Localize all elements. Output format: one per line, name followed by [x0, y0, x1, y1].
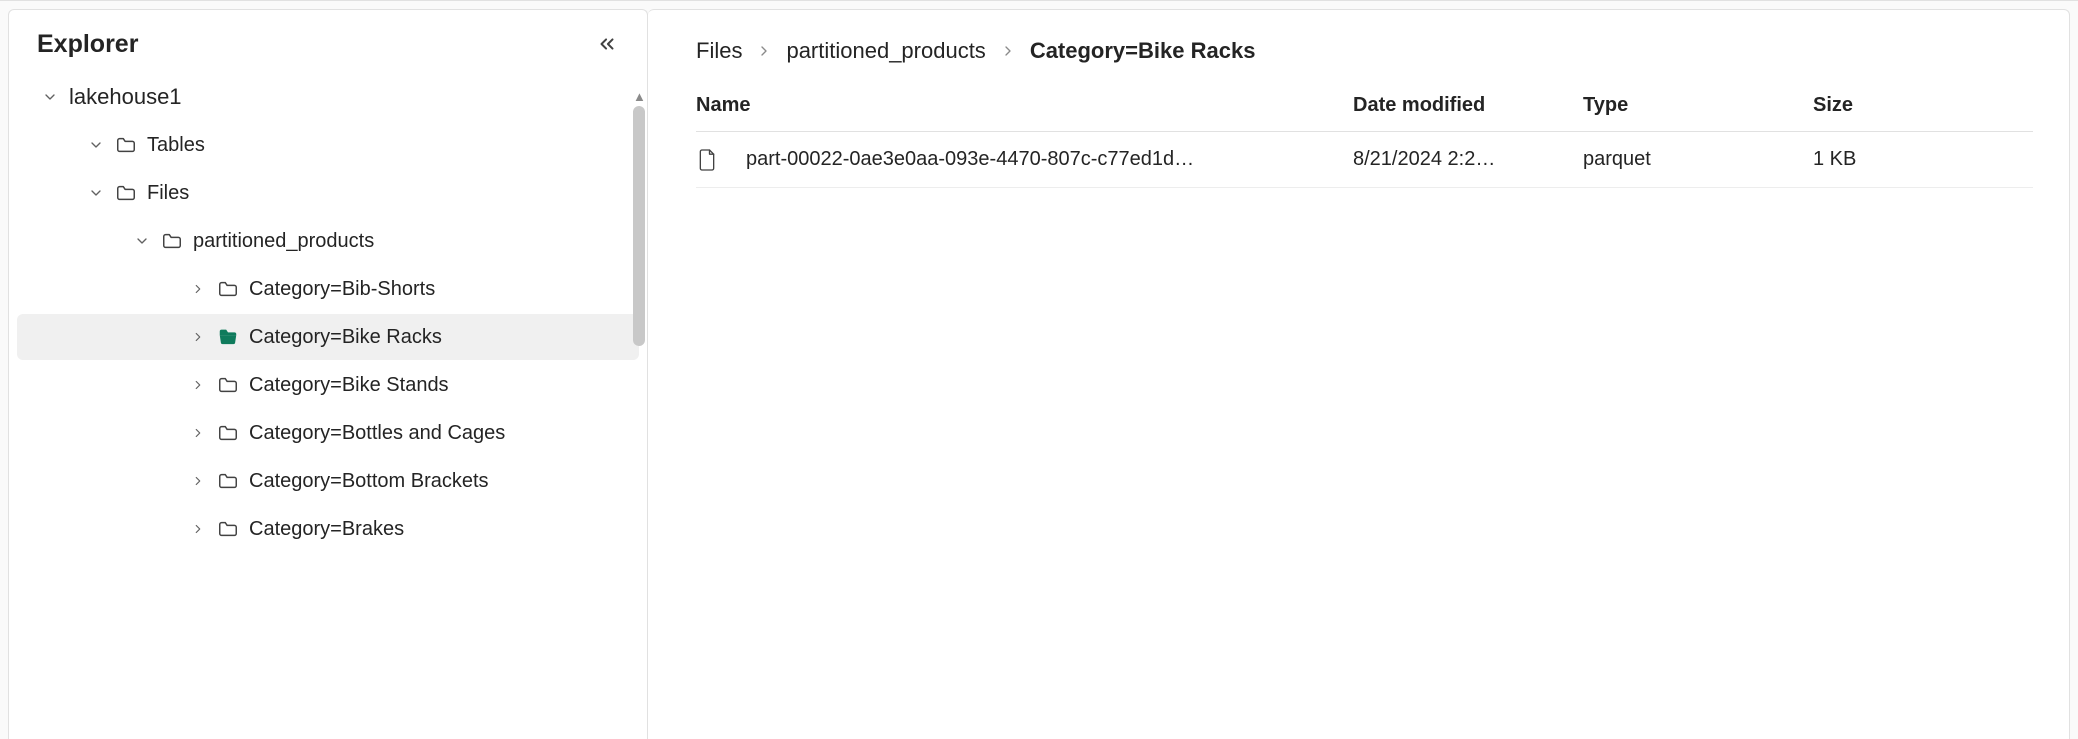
scrollbar-up-icon[interactable]: ▲ [633, 90, 645, 104]
chevron-down-icon [87, 136, 105, 154]
column-header-name[interactable]: Name [696, 94, 1353, 117]
explorer-sidebar: Explorer lakehouse1 [8, 9, 648, 739]
tree-node-category-folder[interactable]: Category=Bottom Brackets [17, 458, 639, 504]
chevron-down-icon [87, 184, 105, 202]
tree-node-category-folder[interactable]: Category=Bib-Shorts [17, 266, 639, 312]
breadcrumb-item-current: Category=Bike Racks [1030, 38, 1256, 64]
chevron-right-icon [189, 328, 207, 346]
chevron-right-icon [189, 472, 207, 490]
chevron-right-icon [189, 376, 207, 394]
column-header-type[interactable]: Type [1583, 94, 1813, 117]
table-row[interactable]: part-00022-0ae3e0aa-093e-4470-807c-c77ed… [696, 132, 2033, 188]
file-table: Name Date modified Type Size part-00022-… [696, 94, 2033, 188]
tree-node-label: Category=Bottom Brackets [249, 470, 639, 493]
tree-node-partitioned-products[interactable]: partitioned_products [17, 218, 639, 264]
cell-name: part-00022-0ae3e0aa-093e-4470-807c-c77ed… [696, 147, 1353, 173]
chevron-down-icon [133, 232, 151, 250]
folder-open-icon [217, 326, 239, 348]
tree-node-label: Category=Bib-Shorts [249, 278, 639, 301]
scrollbar-thumb[interactable] [633, 106, 645, 346]
chevron-right-icon [756, 43, 772, 59]
tree-node-label: partitioned_products [193, 230, 639, 253]
collapse-sidebar-button[interactable] [591, 28, 623, 60]
chevron-down-icon [41, 88, 59, 106]
chevron-right-icon [1000, 43, 1016, 59]
tree-node-label: Category=Bottles and Cages [249, 422, 639, 445]
tree-node-tables[interactable]: Tables [17, 122, 639, 168]
cell-date: 8/21/2024 2:2… [1353, 148, 1583, 171]
chevron-double-left-icon [596, 33, 618, 55]
folder-icon [161, 230, 183, 252]
tree-node-label: Files [147, 182, 639, 205]
chevron-right-icon [189, 280, 207, 298]
tree-node-label: Tables [147, 134, 639, 157]
cell-size: 1 KB [1813, 148, 2033, 171]
tree-node-category-folder[interactable]: Category=Bike Stands [17, 362, 639, 408]
breadcrumb-item[interactable]: partitioned_products [786, 38, 985, 64]
tree-node-label: Category=Bike Stands [249, 374, 639, 397]
cell-type: parquet [1583, 148, 1813, 171]
folder-icon [217, 470, 239, 492]
file-name: part-00022-0ae3e0aa-093e-4470-807c-c77ed… [746, 148, 1194, 171]
folder-icon [115, 182, 137, 204]
breadcrumb-item[interactable]: Files [696, 38, 742, 64]
breadcrumb: Files partitioned_products Category=Bike… [696, 38, 2033, 64]
tree-node-files[interactable]: Files [17, 170, 639, 216]
tree-node-category-folder[interactable]: Category=Brakes [17, 506, 639, 552]
file-icon [696, 147, 718, 173]
scrollbar[interactable]: ▲ [633, 90, 645, 731]
chevron-right-icon [189, 424, 207, 442]
folder-icon [115, 134, 137, 156]
chevron-right-icon [189, 520, 207, 538]
main-panel: Files partitioned_products Category=Bike… [648, 9, 2070, 739]
tree-node-category-folder[interactable]: Category=Bottles and Cages [17, 410, 639, 456]
folder-icon [217, 518, 239, 540]
sidebar-header: Explorer [9, 10, 647, 72]
tree-node-lakehouse[interactable]: lakehouse1 [17, 74, 639, 120]
folder-icon [217, 278, 239, 300]
tree-node-category-folder[interactable]: Category=Bike Racks [17, 314, 639, 360]
tree-node-label: lakehouse1 [69, 84, 639, 110]
explorer-tree: lakehouse1 Tables Files [9, 72, 647, 739]
column-header-size[interactable]: Size [1813, 94, 2033, 117]
folder-icon [217, 422, 239, 444]
tree-node-label: Category=Brakes [249, 518, 639, 541]
sidebar-title: Explorer [37, 30, 138, 59]
table-header-row: Name Date modified Type Size [696, 94, 2033, 132]
column-header-date[interactable]: Date modified [1353, 94, 1583, 117]
folder-icon [217, 374, 239, 396]
app-root: Explorer lakehouse1 [0, 0, 2078, 739]
tree-node-label: Category=Bike Racks [249, 326, 639, 349]
